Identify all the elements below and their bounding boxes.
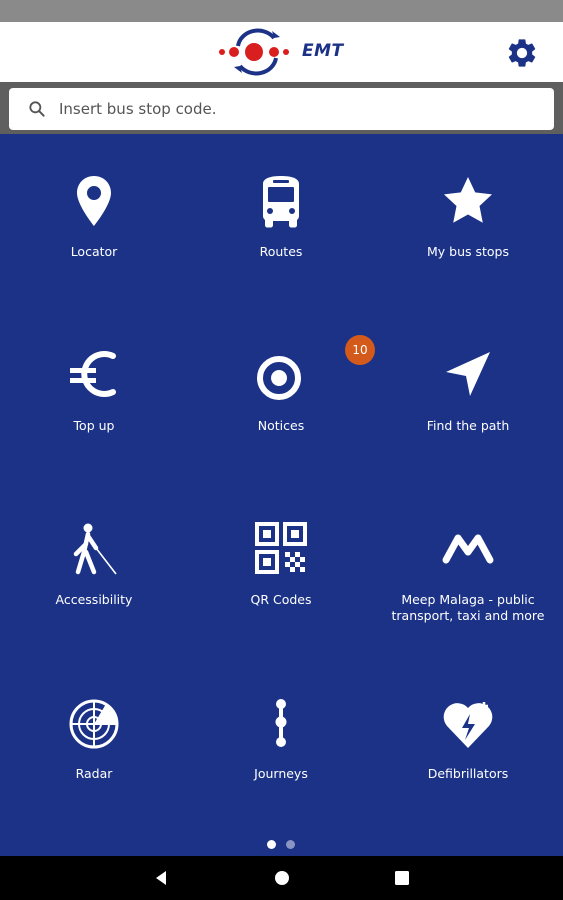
page-dot-active[interactable] [267,840,276,849]
menu-item-label: My bus stops [426,244,509,259]
menu-item-radar[interactable]: Radar [0,656,188,830]
menu-item-top-up[interactable]: Top up [0,308,188,482]
menu-item-label: Meep Malaga - public transport, taxi and… [391,592,545,623]
page-dot[interactable] [286,840,295,849]
menu-item-label: Notices [257,418,305,433]
menu-item-label: Routes [259,244,303,259]
menu-item-find-the-path[interactable]: Find the path [374,308,562,482]
recents-icon[interactable] [392,868,412,888]
search-bar [0,82,563,134]
location-pin-icon [64,174,124,230]
defibrillator-icon [438,696,498,752]
meep-logo-icon [438,522,498,578]
menu-item-label: Radar [75,766,113,781]
menu-item-label: Accessibility [55,592,133,607]
star-icon [438,174,498,230]
home-icon[interactable] [272,868,292,888]
search-box[interactable] [9,88,554,130]
navigation-bar [0,856,563,900]
back-icon[interactable] [151,868,171,888]
menu-item-routes[interactable]: Routes [187,134,375,308]
app-bar: EMT [0,22,563,82]
menu-item-label: QR Codes [250,592,312,607]
menu-item-my-bus-stops[interactable]: My bus stops [374,134,562,308]
menu-item-meep-malaga[interactable]: Meep Malaga - public transport, taxi and… [374,482,562,656]
menu-item-label: Top up [73,418,115,433]
navigation-arrow-icon [438,348,498,404]
menu-item-label: Defibrillators [427,766,509,781]
settings-button[interactable] [505,36,539,70]
menu-item-journeys[interactable]: Journeys [187,656,375,830]
gear-icon [508,39,536,67]
euro-icon [64,348,124,404]
menu-item-qr-codes[interactable]: QR Codes [187,482,375,656]
menu-item-locator[interactable]: Locator [0,134,188,308]
menu-item-defibrillators[interactable]: Defibrillators [374,656,562,830]
bus-stop-code-input[interactable] [59,88,539,130]
blind-person-icon [64,522,124,578]
search-icon [29,101,45,117]
menu-grid: Locator Routes My bus stops Top up 10 No… [0,134,563,834]
status-bar [0,0,563,22]
qr-code-icon [251,522,311,578]
notification-badge: 10 [345,335,375,365]
bus-icon [251,174,311,230]
radar-icon [64,696,124,752]
logo-text: EMT [302,41,344,61]
menu-item-notices[interactable]: 10 Notices [187,308,375,482]
page-indicator [265,838,299,850]
menu-item-label: Locator [70,244,118,259]
journeys-icon [251,696,311,752]
emt-logo: EMT [216,28,346,76]
menu-item-label: Journeys [254,766,308,781]
notices-icon: 10 [251,335,375,404]
menu-item-label: Find the path [426,418,510,433]
menu-item-accessibility[interactable]: Accessibility [0,482,188,656]
